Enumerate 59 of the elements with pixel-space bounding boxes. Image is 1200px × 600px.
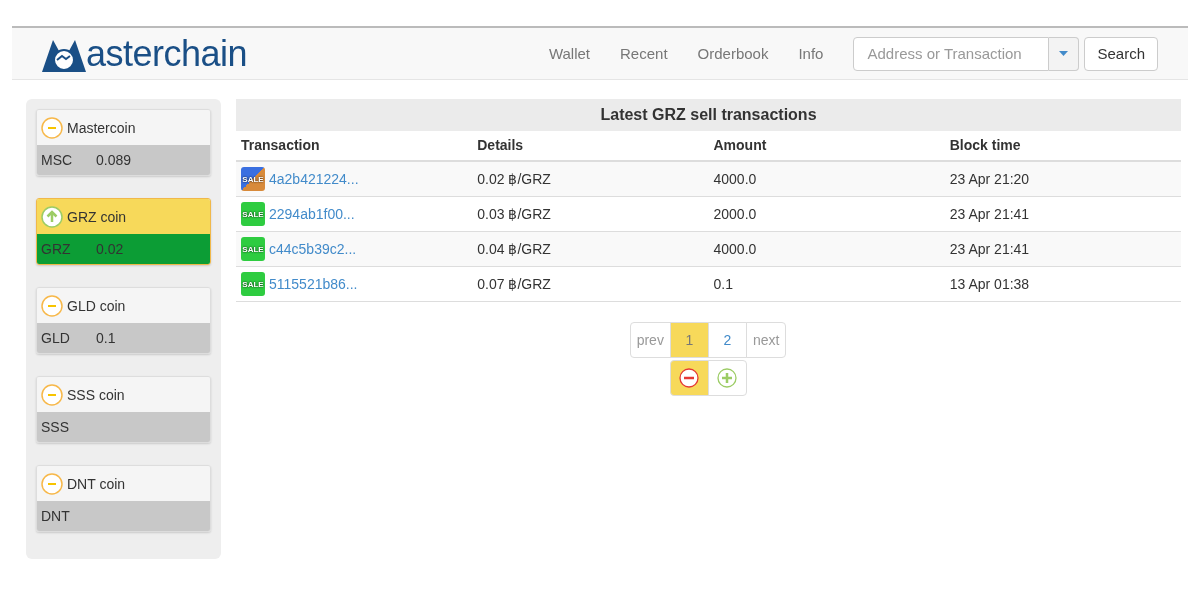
coin-balance: 0.02 [96, 241, 124, 257]
nav-link[interactable]: Recent [605, 45, 683, 62]
table-cell: 0.02 ฿/GRZ [472, 161, 709, 197]
minus-icon [41, 294, 63, 317]
table-cell: 23 Apr 21:41 [944, 231, 1181, 267]
minus-icon [41, 116, 63, 139]
coin-name: GRZ coin [67, 208, 127, 225]
search-field[interactable]: Address or Transaction [853, 36, 1050, 71]
table-cell: 0.04 ฿/GRZ [472, 231, 709, 267]
sale-badge: SALE [241, 272, 265, 296]
coin-name: GLD coin [67, 297, 126, 314]
transaction-link[interactable]: 5115521b86... [269, 276, 358, 292]
coin-card[interactable]: GLD coin GLD 0.1 [36, 287, 211, 354]
dropdown-button[interactable] [1049, 36, 1080, 71]
transaction-link[interactable]: 4a2b421224... [269, 171, 359, 187]
coin-card[interactable]: GRZ coin GRZ 0.02 [36, 198, 211, 265]
table-cell: 2000.0 [708, 196, 945, 232]
caret-icon [1059, 51, 1069, 56]
nav-link[interactable]: Info [783, 45, 839, 62]
arrow-up-icon [41, 205, 63, 228]
coin-name: DNT coin [67, 475, 126, 492]
minus-icon [679, 368, 699, 388]
nav-link[interactable]: Wallet [533, 45, 606, 62]
transaction-link[interactable]: 2294ab1f00... [269, 206, 355, 222]
table-title: Latest GRZ sell transactions [236, 99, 1181, 131]
minus-icon [41, 472, 63, 495]
sale-badge: SALE [241, 237, 265, 261]
coin-card[interactable]: SSS coin SSS [36, 376, 211, 443]
minus-icon [41, 383, 63, 406]
coin-card[interactable]: Mastercoin MSC 0.089 [36, 109, 211, 176]
search-button[interactable]: Search [1084, 36, 1158, 71]
table-cell: 4000.0 [708, 161, 945, 197]
logo-text: asterchain [86, 35, 248, 72]
nav-link[interactable]: Orderbook [682, 45, 784, 62]
coin-name: SSS coin [67, 386, 125, 403]
logo-icon [42, 39, 86, 72]
table-cell: 4000.0 [708, 231, 945, 267]
table-cell: 23 Apr 21:20 [944, 161, 1181, 197]
coin-symbol: GLD [41, 330, 71, 346]
transaction-link[interactable]: c44c5b39c2... [269, 241, 357, 257]
coin-symbol: GRZ [41, 241, 72, 257]
table-cell: 0.03 ฿/GRZ [472, 196, 709, 232]
coin-symbol: MSC [41, 152, 74, 168]
page-button[interactable]: 2 [707, 322, 747, 358]
coin-name: Mastercoin [67, 119, 136, 136]
filter-button[interactable] [707, 360, 747, 396]
coin-balance: 0.1 [96, 330, 116, 346]
table-cell: 23 Apr 21:41 [944, 196, 1181, 232]
page-button[interactable]: 1 [669, 322, 709, 358]
coin-symbol: DNT [41, 508, 71, 524]
plus-icon [717, 368, 737, 388]
table-cell: 0.07 ฿/GRZ [472, 266, 709, 302]
table-cell: 13 Apr 01:38 [944, 266, 1181, 302]
filter-button[interactable] [669, 360, 709, 396]
table-cell: 0.1 [708, 266, 945, 302]
coin-card[interactable]: DNT coin DNT [36, 465, 211, 532]
sale-badge: SALE [241, 202, 265, 226]
coin-balance: 0.089 [96, 152, 132, 168]
coin-symbol: SSS [41, 419, 70, 435]
